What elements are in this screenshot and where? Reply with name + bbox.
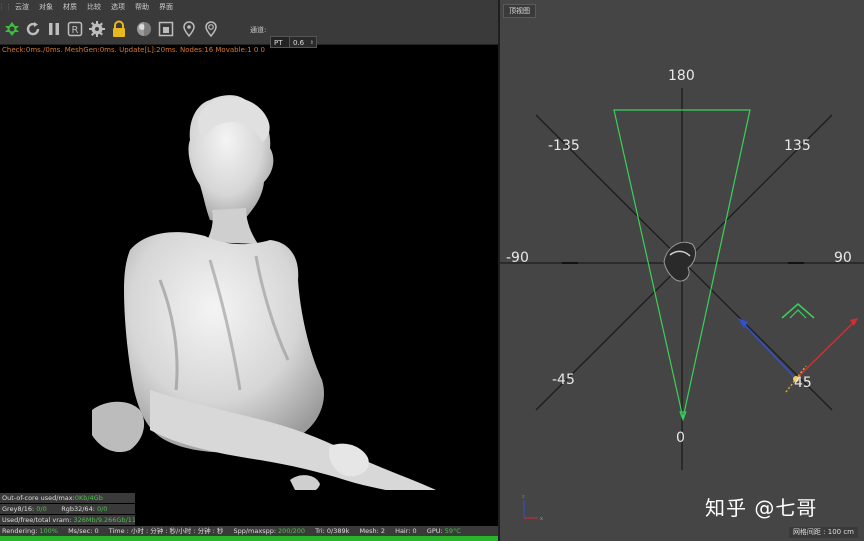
rendering-value: 100% [39, 527, 58, 535]
toolbar: R 通道: PT ▼ 0.6 ⇕ [0, 14, 498, 48]
svg-text:x: x [540, 516, 543, 522]
stat-vram-value: 326Mb/9.266Gb/11G [73, 516, 135, 524]
svg-text:R: R [72, 25, 79, 36]
angle-label-45: 45 [794, 375, 812, 391]
angle-label-135: 135 [784, 138, 811, 154]
menu-cloud[interactable]: 云渲 [10, 0, 34, 14]
viewport-tab-top[interactable]: 顶视图 [503, 4, 536, 18]
menu-object[interactable]: 对象 [34, 0, 58, 14]
spp-label: Spp/maxspp: [233, 527, 277, 535]
menu-compare[interactable]: 比较 [82, 0, 106, 14]
gpu-temp: 59°C [444, 527, 461, 535]
memory-stats: Out-of-core used/max:0Kb/4Gb Grey8/16: 0… [0, 493, 135, 526]
stat-out-of-core-label: Out-of-core used/max: [2, 494, 75, 502]
stat-out-of-core-value: 0Kb/4Gb [74, 494, 103, 502]
menu-interface[interactable]: 界面 [154, 0, 178, 14]
menu-help[interactable]: 帮助 [130, 0, 154, 14]
ms-sec: Ms/sec: 0 [68, 527, 99, 535]
gpu-label: GPU: [426, 527, 443, 535]
render-start-icon[interactable] [3, 20, 21, 38]
angle-label-90: 90 [834, 250, 852, 266]
clay-mode-icon[interactable] [157, 20, 175, 38]
channel-number-input[interactable]: 0.6 ⇕ [289, 36, 317, 48]
render-time: Time : 小时 : 分钟 : 秒/小时 : 分钟 : 秒 [108, 527, 224, 535]
grip-icon: ⋮⋮ [0, 3, 12, 11]
svg-text:z: z [522, 494, 525, 500]
settings-gear-icon[interactable] [88, 20, 106, 38]
grid-spacing-info: 网格间距 : 100 cm [788, 527, 858, 538]
status-line: Check:0ms./0ms. MeshGen:0ms. Update[L]:2… [2, 46, 266, 54]
stat-rgb-value: 0/0 [96, 505, 108, 513]
stat-grey-value: 0/0 [36, 505, 47, 513]
stat-textures: Grey8/16: 0/0 Rgb32/64: 0/0 [0, 504, 135, 514]
angle-label-minus-45: -45 [552, 372, 575, 388]
pick-material-icon[interactable] [202, 20, 220, 38]
top-view-viewport[interactable]: z x 顶视图 180 0 -90 90 -135 135 -45 45 知乎 … [500, 0, 864, 541]
lock-icon[interactable] [110, 20, 128, 38]
channel-label: 通道: [250, 26, 267, 34]
pick-focus-icon[interactable] [180, 20, 198, 38]
channel-select-value: PT [274, 39, 283, 47]
restart-icon[interactable] [24, 20, 42, 38]
render-progress-bar [0, 536, 498, 541]
angle-label-minus-90: -90 [506, 250, 529, 266]
render-image [92, 95, 436, 490]
menu-bar: ⋮⋮ 云渲 对象 材质 比较 选项 帮助 界面 [0, 0, 498, 14]
region-render-icon[interactable]: R [66, 20, 84, 38]
angle-label-minus-135: -135 [548, 138, 580, 154]
rendering-label: Rendering: [2, 527, 38, 535]
watermark-text: 知乎 @七哥 [705, 496, 818, 520]
stat-out-of-core: Out-of-core used/max:0Kb/4Gb [0, 493, 135, 503]
tri-count: Tri: 0/389k [315, 527, 350, 535]
menu-material[interactable]: 材质 [58, 0, 82, 14]
mesh-count: Mesh: 2 [359, 527, 385, 535]
stat-grey-label: Grey8/16: [2, 505, 37, 513]
pause-icon[interactable] [45, 20, 63, 38]
menu-options[interactable]: 选项 [106, 0, 130, 14]
spinner-icon: ⇕ [309, 40, 314, 46]
spp-value: 200/200 [278, 527, 306, 535]
stat-vram: Used/free/total vram: 326Mb/9.266Gb/11G [0, 515, 135, 525]
render-progress-fill [0, 536, 498, 541]
material-sphere-icon[interactable] [135, 20, 153, 38]
stat-vram-label: Used/free/total vram: [2, 516, 74, 524]
render-viewport-panel: ⋮⋮ 云渲 对象 材质 比较 选项 帮助 界面 R 通道: PT 0.6 ⇕ C… [0, 0, 498, 541]
angle-label-0: 0 [676, 430, 685, 446]
render-status-bar: Rendering: 100% Ms/sec: 0 Time : 小时 : 分钟 … [0, 526, 498, 536]
stat-rgb-label: Rgb32/64: [61, 505, 97, 513]
channel-number-value: 0.6 [293, 39, 305, 47]
hair-count: Hair: 0 [395, 527, 417, 535]
angle-label-180: 180 [668, 68, 695, 84]
